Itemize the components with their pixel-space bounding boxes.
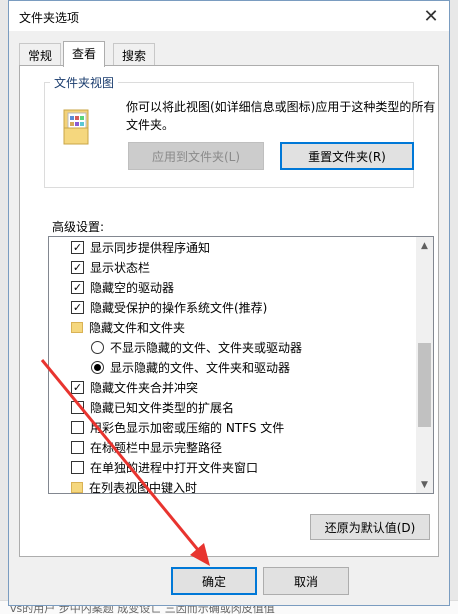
setting-hide-merge-conflicts[interactable]: ✓ 隐藏文件夹合并冲突 [49,377,415,397]
setting-separate-process[interactable]: 在单独的进程中打开文件夹窗口 [49,457,415,477]
setting-label: 用彩色显示加密或压缩的 NTFS 文件 [90,420,285,435]
folder-icon [71,321,83,333]
setting-label: 在标题栏中显示完整路径 [90,440,223,455]
close-icon[interactable]: ✕ [413,1,449,31]
setting-label: 显示同步提供程序通知 [90,240,211,255]
setting-status-bar[interactable]: ✓ 显示状态栏 [49,257,415,277]
advanced-settings-label: 高级设置: [52,220,105,234]
radio-button[interactable] [91,360,104,374]
setting-color-ntfs[interactable]: 用彩色显示加密或压缩的 NTFS 文件 [49,417,415,437]
setting-label: 隐藏受保护的操作系统文件(推荐) [90,300,268,315]
checkbox[interactable] [71,400,84,414]
setting-group-hidden-files: 隐藏文件和文件夹 [49,317,415,337]
setting-full-path-title[interactable]: 在标题栏中显示完整路径 [49,437,415,457]
setting-label: 显示状态栏 [90,260,151,275]
checkbox[interactable]: ✓ [71,240,84,254]
setting-label: 隐藏已知文件类型的扩展名 [90,400,235,415]
scroll-up-icon[interactable]: ▲ [416,237,433,254]
setting-hide-extensions[interactable]: 隐藏已知文件类型的扩展名 [49,397,415,417]
folder-views-description: 你可以将此视图(如详细信息或图标)应用于这种类型的所有文件夹。 [126,100,436,132]
setting-label: 隐藏文件夹合并冲突 [90,380,199,395]
checkbox[interactable]: ✓ [71,280,84,294]
radio-button[interactable] [91,340,104,354]
list-scrollbar[interactable]: ▲ ▼ [416,237,433,493]
checkbox[interactable] [71,440,84,454]
setting-label: 显示隐藏的文件、文件夹和驱动器 [110,360,291,375]
checkbox[interactable] [71,460,84,474]
setting-show-hidden[interactable]: 显示隐藏的文件、文件夹和驱动器 [49,357,415,377]
restore-defaults-button[interactable]: 还原为默认值(D) [310,514,430,540]
folder-views-label: 文件夹视图 [50,74,119,91]
folder-icon [71,481,83,493]
setting-label: 隐藏文件和文件夹 [89,320,186,335]
tab-general[interactable]: 常规 [19,43,62,65]
setting-label: 在单独的进程中打开文件夹窗口 [90,460,259,475]
reset-folders-button[interactable]: 重置文件夹(R) [280,142,414,170]
apply-to-folders-button[interactable]: 应用到文件夹(L) [128,142,264,170]
setting-hide-protected-os-files[interactable]: ✓ 隐藏受保护的操作系统文件(推荐) [49,297,415,317]
advanced-settings-list[interactable]: ✓ 显示同步提供程序通知 ✓ 显示状态栏 ✓ 隐藏空的驱动器 ✓ 隐藏受保护的操… [48,236,434,494]
checkbox[interactable]: ✓ [71,380,84,394]
setting-dont-show-hidden[interactable]: 不显示隐藏的文件、文件夹或驱动器 [49,337,415,357]
background-window-right [450,0,458,614]
checkbox[interactable] [71,420,84,434]
setting-label: 隐藏空的驱动器 [90,280,175,295]
setting-group-list-typing: 在列表视图中键入时 [49,477,415,494]
setting-sync-notifications[interactable]: ✓ 显示同步提供程序通知 [49,237,415,257]
folder-view-icon [63,109,89,145]
setting-label: 不显示隐藏的文件、文件夹或驱动器 [110,340,303,355]
setting-hide-empty-drives[interactable]: ✓ 隐藏空的驱动器 [49,277,415,297]
folder-options-dialog: 文件夹选项 ✕ 常规 查看 搜索 文件夹视图 你可以将此视图(如详细信息或图标)… [8,0,450,606]
dialog-title: 文件夹选项 [19,11,80,25]
scroll-down-icon[interactable]: ▼ [416,476,433,493]
ok-button[interactable]: 确定 [171,567,257,595]
checkbox[interactable]: ✓ [71,300,84,314]
scroll-thumb[interactable] [418,343,431,427]
setting-label: 在列表视图中键入时 [89,480,198,494]
cancel-button[interactable]: 取消 [263,567,349,595]
title-bar: 文件夹选项 ✕ [9,1,449,31]
background-window-left [0,0,8,614]
checkbox[interactable]: ✓ [71,260,84,274]
tab-search[interactable]: 搜索 [113,43,156,65]
view-tab-panel: 文件夹视图 你可以将此视图(如详细信息或图标)应用于这种类型的所有文件夹。 应用… [19,65,439,557]
tab-view[interactable]: 查看 [63,41,106,67]
